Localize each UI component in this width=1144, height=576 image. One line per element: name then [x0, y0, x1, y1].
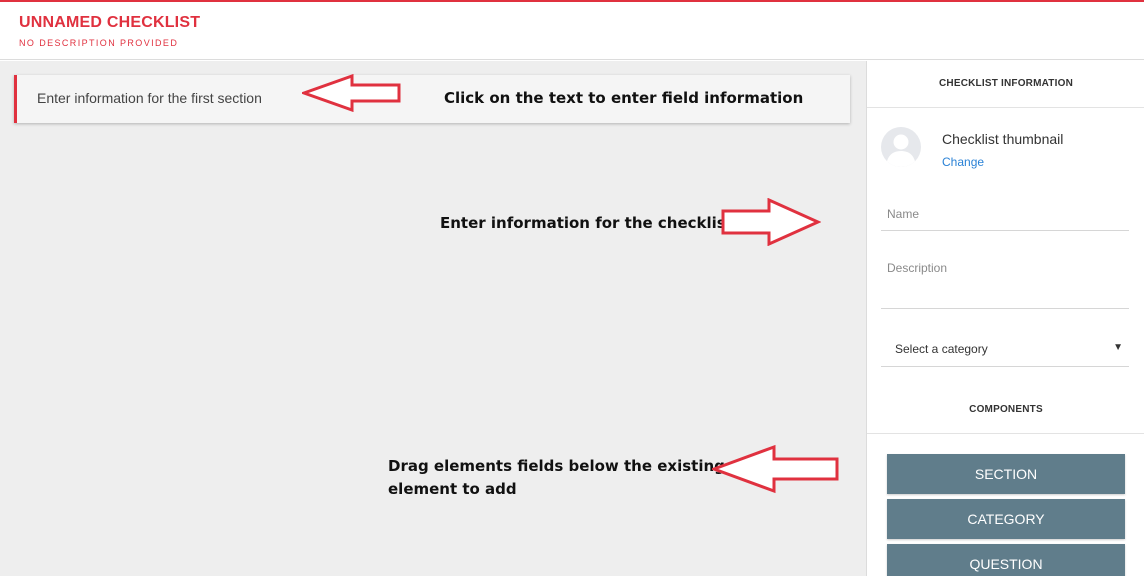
name-input[interactable] [881, 203, 1129, 225]
user-avatar-icon[interactable] [881, 127, 921, 167]
category-select[interactable]: Select a category ▼ [881, 334, 1129, 367]
divider [867, 107, 1144, 108]
annotation-drag-line1: Drag elements fields below the existing [388, 457, 725, 475]
arrow-left-icon [302, 74, 401, 112]
components-heading: COMPONENTS [969, 404, 1043, 415]
thumbnail-label: Checklist thumbnail [942, 131, 1064, 147]
caret-down-icon: ▼ [1113, 342, 1123, 353]
category-component-button[interactable]: CATEGORY [887, 499, 1125, 539]
section-component-button[interactable]: SECTION [887, 454, 1125, 494]
divider [867, 433, 1144, 434]
annotation-click-text: Click on the text to enter field informa… [444, 89, 804, 107]
name-field[interactable] [881, 201, 1129, 231]
checklist-information-heading: CHECKLIST INFORMATION [938, 78, 1073, 89]
checklist-sidebar: CHECKLIST INFORMATION Checklist thumbnai… [866, 61, 1144, 576]
arrow-right-icon [721, 198, 821, 246]
change-thumbnail-link[interactable]: Change [942, 155, 984, 169]
checklist-title[interactable]: UNNAMED CHECKLIST [19, 14, 200, 32]
annotation-checklist-info: Enter information for the checklist [440, 214, 733, 232]
checklist-header: UNNAMED CHECKLIST NO DESCRIPTION PROVIDE… [0, 2, 1144, 60]
arrow-left-drag-icon [712, 444, 839, 494]
question-component-button[interactable]: QUESTION [887, 544, 1125, 576]
description-field[interactable] [881, 258, 1129, 309]
category-select-value: Select a category [895, 342, 988, 356]
checklist-canvas[interactable]: Enter information for the first section … [0, 61, 866, 576]
section-prompt-text[interactable]: Enter information for the first section [37, 90, 262, 106]
description-input[interactable] [881, 261, 1129, 305]
annotation-drag-line2: element to add [388, 480, 517, 498]
checklist-subtitle[interactable]: NO DESCRIPTION PROVIDED [19, 38, 178, 48]
